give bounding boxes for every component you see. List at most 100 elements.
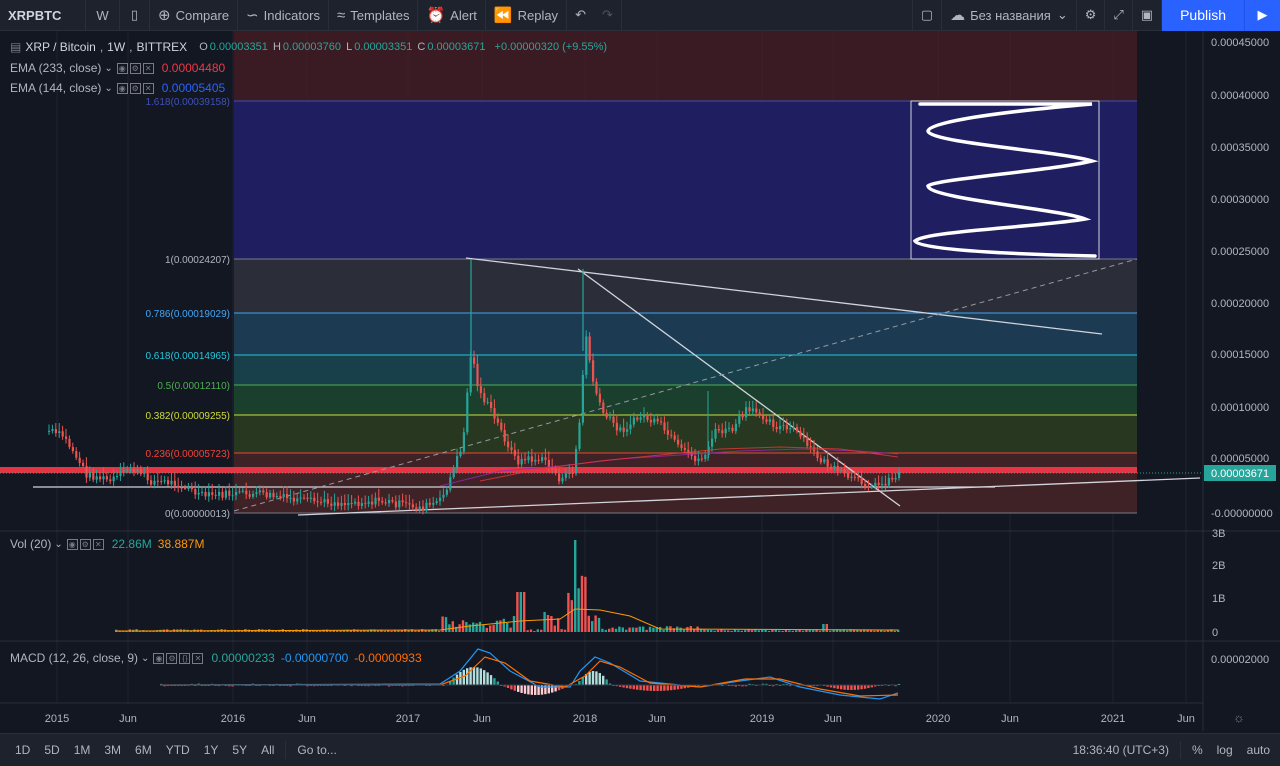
candle: [405, 502, 408, 504]
macd-bar: [452, 677, 455, 685]
range-1d[interactable]: 1D: [8, 743, 37, 757]
eye-icon[interactable]: ◉: [116, 62, 128, 74]
compare-button[interactable]: ⊕ Compare: [150, 0, 239, 31]
braces-icon[interactable]: {}: [179, 652, 191, 664]
interval-button[interactable]: W: [86, 0, 120, 31]
vol-axis-1b: 1B: [1212, 593, 1225, 605]
candle: [789, 428, 792, 430]
chart-style-button[interactable]: ▯: [120, 0, 150, 31]
candle: [258, 490, 261, 493]
candle: [840, 469, 843, 471]
symbol-search[interactable]: XRPBTC: [0, 0, 86, 31]
close-icon[interactable]: ✕: [142, 82, 154, 94]
close-icon[interactable]: ✕: [92, 538, 104, 550]
candle: [61, 431, 64, 437]
gear-icon[interactable]: ⚙: [79, 538, 91, 550]
volume-bar: [550, 616, 553, 632]
support-band[interactable]: [0, 467, 1137, 473]
range-all[interactable]: All: [254, 743, 281, 757]
gear-icon[interactable]: ⚙: [166, 652, 178, 664]
candle: [292, 497, 295, 502]
candle: [326, 499, 329, 504]
goto-button[interactable]: Go to...: [290, 743, 343, 757]
close-icon[interactable]: ✕: [142, 62, 154, 74]
alert-button[interactable]: ⏰ Alert: [418, 0, 486, 31]
range-3m[interactable]: 3M: [97, 743, 128, 757]
redo-button[interactable]: ↷: [594, 0, 622, 31]
ema233-label: EMA (233, close): [10, 61, 102, 75]
candle: [78, 457, 81, 463]
volume-bar: [495, 620, 499, 632]
candle: [714, 429, 717, 439]
gear-icon[interactable]: ⚙: [129, 62, 141, 74]
collapse-icon[interactable]: ▤: [10, 40, 21, 54]
volume-bar: [438, 630, 441, 632]
chevron-down-icon[interactable]: ⌄: [104, 63, 112, 74]
candle: [619, 427, 622, 431]
log-toggle[interactable]: log: [1210, 743, 1240, 757]
clock-time[interactable]: 18:36:40 (UTC+3): [1066, 743, 1176, 757]
stream-button[interactable]: ▶: [1244, 0, 1280, 31]
range-1y[interactable]: 1Y: [197, 743, 226, 757]
indicators-button[interactable]: ∽ Indicators: [238, 0, 329, 31]
candle: [836, 465, 839, 471]
volume-bar: [812, 630, 815, 632]
chevron-down-icon[interactable]: ⌄: [141, 653, 149, 664]
macd-bar: [510, 685, 513, 690]
undo-button[interactable]: ↶: [567, 0, 594, 31]
publish-button[interactable]: Publish: [1162, 0, 1244, 31]
volume-bar: [740, 630, 743, 632]
volume-bar: [523, 592, 526, 632]
eye-icon[interactable]: ◉: [66, 538, 78, 550]
eye-icon[interactable]: ◉: [153, 652, 165, 664]
range-5y[interactable]: 5Y: [225, 743, 254, 757]
close-icon[interactable]: ✕: [192, 652, 204, 664]
volume-bar: [499, 620, 502, 632]
settings-button[interactable]: ⚙: [1077, 0, 1106, 31]
candle: [214, 494, 217, 496]
candle: [656, 418, 659, 422]
volume-bar: [516, 592, 519, 632]
templates-button[interactable]: ≈ Templates: [329, 0, 419, 31]
candle: [537, 459, 540, 461]
candle: [717, 429, 720, 431]
range-6m[interactable]: 6M: [128, 743, 159, 757]
replay-button[interactable]: ⏪ Replay: [486, 0, 568, 31]
macd-legend[interactable]: MACD (12, 26, close, 9) ⌄ ◉ ⚙{} ✕ 0.000002…: [10, 651, 422, 665]
indicators-icon: ∽: [246, 7, 259, 24]
volume-legend[interactable]: Vol (20) ⌄ ◉ ⚙ ✕ 22.86M 38.887M: [10, 537, 204, 551]
candle: [615, 422, 618, 431]
candle: [738, 416, 741, 424]
fullscreen-layout-button[interactable]: ▢: [911, 0, 943, 31]
layout-name-button[interactable]: ☁ Без названия ⌄: [942, 0, 1077, 31]
chart-area[interactable]: 1.618(0.00039158) 1(0.00024207) 0.786(0.…: [0, 31, 1280, 735]
candle: [316, 501, 319, 503]
candle: [58, 431, 61, 433]
eye-icon[interactable]: ◉: [116, 82, 128, 94]
fib-label-1: 1(0.00024207): [165, 255, 230, 266]
snapshot-button[interactable]: ▣: [1133, 0, 1163, 31]
chevron-down-icon[interactable]: ⌄: [104, 83, 112, 94]
volume-value: 22.86M: [111, 537, 152, 551]
volume-bar: [376, 630, 380, 632]
volume-bar: [767, 630, 771, 632]
ema144-legend[interactable]: EMA (144, close) ⌄ ◉ ⚙ ✕ 0.00005405: [10, 81, 225, 95]
candle: [360, 503, 363, 506]
chevron-down-icon[interactable]: ⌄: [54, 539, 62, 550]
candle: [700, 458, 703, 460]
gear-icon[interactable]: ⚙: [129, 82, 141, 94]
range-1m[interactable]: 1M: [67, 743, 98, 757]
fullscreen-button[interactable]: ⤢: [1105, 0, 1133, 31]
range-ytd[interactable]: YTD: [159, 743, 197, 757]
auto-toggle[interactable]: auto: [1240, 743, 1280, 757]
axis-settings-icon[interactable]: ☼: [1233, 710, 1245, 725]
candle: [184, 487, 187, 489]
volume-bar: [526, 630, 529, 632]
range-5d[interactable]: 5D: [37, 743, 66, 757]
volume-bar: [475, 623, 478, 632]
volume-bar: [502, 618, 505, 632]
percent-toggle[interactable]: %: [1185, 743, 1210, 757]
ema233-legend[interactable]: EMA (233, close) ⌄ ◉ ⚙ ✕ 0.00004480: [10, 61, 225, 75]
chart-canvas[interactable]: 1.618(0.00039158) 1(0.00024207) 0.786(0.…: [0, 31, 1280, 735]
macd-bar: [602, 675, 605, 685]
